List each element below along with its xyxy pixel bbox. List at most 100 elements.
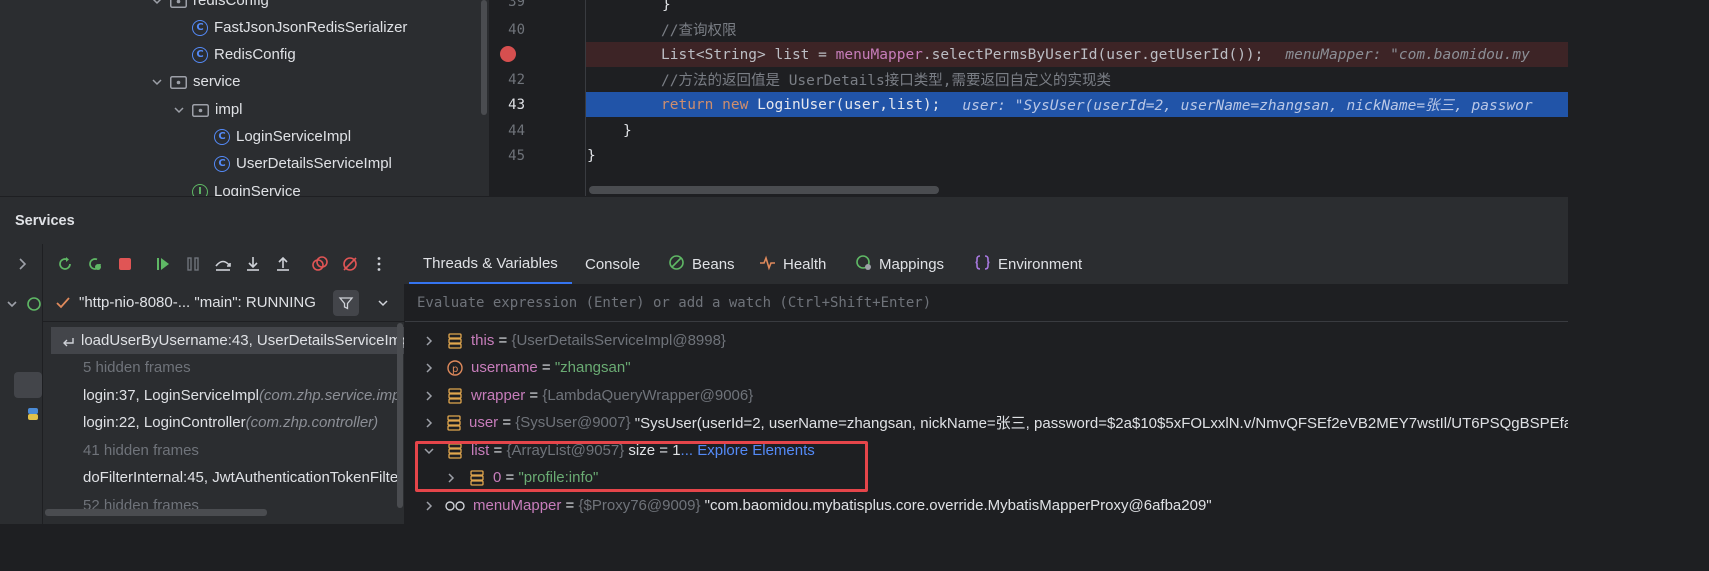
expand-icon[interactable] [10,252,34,276]
tree-item-loginserviceimpl[interactable]: C LoginServiceImpl [214,123,351,150]
frame-method: login:37, LoginServiceImpl [83,387,259,404]
chevron-down-icon[interactable] [150,75,164,89]
hidden-frames[interactable]: 41 hidden frames [83,437,199,464]
code-field: menuMapper [835,46,923,63]
code-line-42: //方法的返回值是 UserDetails接口类型,需要返回自定义的实现类 [585,67,1568,92]
tab-beans[interactable]: Beans [668,244,735,284]
line-number: 39 [508,0,525,10]
tree-item-label: RedisConfig [214,46,296,63]
tree-item-service[interactable]: service [150,68,241,95]
frame-item[interactable]: login:37, LoginServiceImpl (com.zhp.serv… [83,382,401,409]
chevron-right-icon[interactable] [423,390,435,402]
field-icon [447,414,461,431]
frame-package: (com.zhp.controller) [245,414,379,431]
frame-method: loadUserByUsername:43, UserDetailsServic… [81,332,405,349]
python-icon [21,402,45,426]
tree-item-label: UserDetailsServiceImpl [236,155,392,172]
variable-row[interactable]: menuMapper = {$Proxy76@9009} "com.baomid… [423,492,1568,519]
line-number: 43 [508,97,525,113]
variable-row[interactable]: p username = "zhangsan" [423,354,1568,381]
frame-item[interactable]: login:22, LoginController (com.zhp.contr… [83,409,378,436]
variable-row[interactable]: wrapper = {LambdaQueryWrapper@9006} [423,382,1568,409]
line-number: 44 [508,123,525,139]
tab-mappings[interactable]: Mappings [855,244,944,284]
view-breakpoints-icon[interactable] [308,252,332,276]
tree-item-redisconfig[interactable]: redisConfig [150,0,269,14]
tree-item-label: LoginService [214,183,301,196]
frames-horizontal-scrollbar[interactable] [45,509,267,516]
tree-item-redisconfig-class[interactable]: C RedisConfig [192,41,296,68]
variable-type: {$Proxy76@9009} [578,497,701,514]
chevron-down-icon[interactable] [376,296,390,310]
tab-environment[interactable]: Environment [974,244,1082,284]
return-icon [61,334,75,348]
chevron-down-icon[interactable] [150,0,164,8]
rerun-icon[interactable] [53,252,77,276]
breakpoint-icon[interactable] [500,46,516,62]
parameter-icon: p [447,359,463,376]
code-line-43: return new LoginUser(user,list); user: "S… [585,92,1568,117]
code-line-45: } [585,143,1568,168]
filter-icon[interactable] [333,290,359,316]
frames-vertical-scrollbar[interactable] [397,323,403,508]
environment-icon [974,254,998,275]
tab-health[interactable]: Health [759,244,826,284]
debugger-toolbar [43,244,405,284]
chevron-right-icon[interactable] [423,335,435,347]
tree-item-label: FastJsonJsonRedisSerializer [214,19,408,36]
tree-item-userdetailsserviceimpl[interactable]: C UserDetailsServiceImpl [214,150,392,177]
resume-icon[interactable] [151,252,175,276]
beans-icon [668,254,692,275]
chevron-right-icon[interactable] [423,362,435,374]
frame-item-selected[interactable]: loadUserByUsername:43, UserDetailsServic… [51,327,405,354]
code-editor[interactable]: 39 40 42 43 44 45 } //查询权限 List<String> … [489,0,1568,196]
thread-label: "http-nio-8080-... "main": RUNNING [79,294,316,311]
line-number: 45 [508,148,525,164]
class-icon: C [192,46,208,63]
tree-item-loginservice[interactable]: I LoginService [192,178,301,196]
tab-label: Threads & Variables [423,254,558,272]
tree-item-label: LoginServiceImpl [236,128,352,145]
frame-method: 41 hidden frames [83,442,199,459]
tree-item-label: service [193,73,241,90]
selected-service-item[interactable] [14,372,42,398]
restart-icon[interactable] [83,252,107,276]
pause-icon[interactable] [181,252,205,276]
thread-selector[interactable]: "http-nio-8080-... "main": RUNNING [43,284,404,322]
tree-scrollbar[interactable] [481,0,487,115]
stop-icon[interactable] [113,252,137,276]
package-icon [170,0,187,8]
tab-threads-variables[interactable]: Threads & Variables [409,244,572,284]
variable-name: username [471,359,538,376]
tree-item-fastjson-serializer[interactable]: C FastJsonJsonRedisSerializer [192,14,407,41]
step-into-icon[interactable] [241,252,265,276]
chevron-right-icon[interactable] [423,417,435,429]
step-out-icon[interactable] [271,252,295,276]
code-text: } [623,122,632,139]
chevron-down-icon[interactable] [0,292,24,316]
variable-name: this [471,332,495,349]
chevron-down-icon[interactable] [172,103,186,117]
variable-value: "SysUser(userId=2, userName=zhangsan, ni… [634,415,1568,432]
mute-breakpoints-icon[interactable] [338,252,362,276]
variable-row[interactable]: this = {UserDetailsServiceImpl@8998} [423,327,1568,354]
field-icon [447,332,463,349]
chevron-right-icon[interactable] [423,500,435,512]
tab-console[interactable]: Console [585,244,640,284]
tree-item-impl[interactable]: impl [172,96,243,123]
tab-label: Mappings [879,255,945,273]
reference-icon [445,498,465,514]
frame-item[interactable]: doFilterInternal:45, JwtAuthenticationTo… [83,464,398,491]
panel-title: Services [15,213,75,229]
variable-name: user [469,414,499,431]
editor-horizontal-scrollbar[interactable] [589,186,939,194]
package-icon [170,75,187,89]
variable-row[interactable]: user = {SysUser@9007} "SysUser(userId=2,… [423,409,1568,436]
hidden-frames[interactable]: 5 hidden frames [83,354,191,381]
step-over-icon[interactable] [211,252,235,276]
class-icon: C [192,19,208,36]
evaluate-expression-input[interactable]: Evaluate expression (Enter) or add a wat… [405,284,1568,322]
tab-label: Health [783,255,827,273]
frame-method: doFilterInternal:45, JwtAuthenticationTo… [83,469,399,486]
more-options-icon[interactable] [367,252,391,276]
